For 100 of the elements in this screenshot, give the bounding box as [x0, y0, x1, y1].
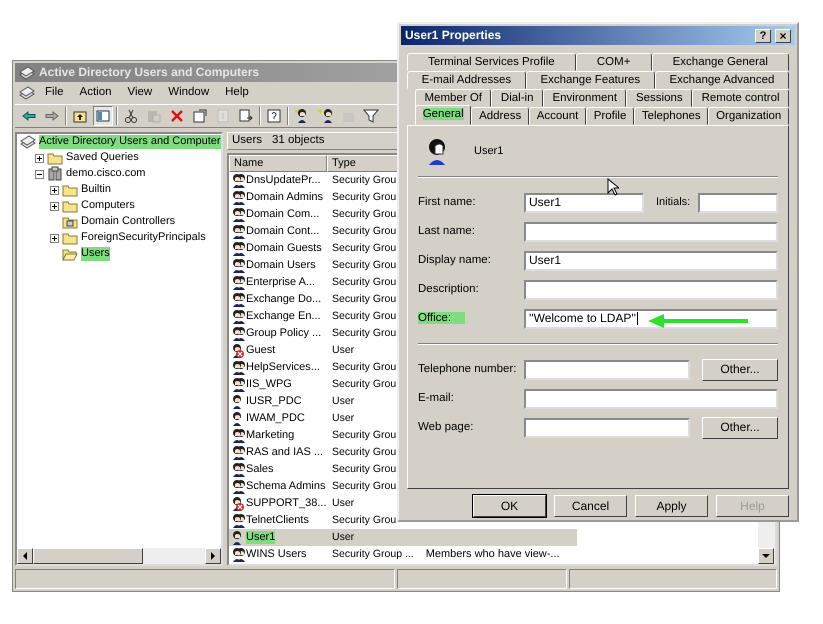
table-cell[interactable]: IWAM_PDC: [246, 412, 305, 426]
input-field[interactable]: [524, 418, 690, 438]
table-cell-text: User: [331, 412, 354, 425]
input-field[interactable]: [698, 192, 778, 212]
filter-icon[interactable]: [363, 108, 379, 124]
other-button[interactable]: Other...: [702, 416, 778, 438]
tree-item[interactable]: demo.cisco.com: [66, 167, 146, 181]
tab[interactable]: General: [415, 105, 472, 125]
table-cell[interactable]: Domain Cont...: [246, 224, 320, 238]
tab[interactable]: Member Of: [415, 89, 492, 107]
menu-item[interactable]: File: [39, 86, 70, 100]
tab[interactable]: Profile: [586, 107, 634, 125]
dialog-button[interactable]: OK: [473, 495, 546, 517]
tab[interactable]: Exchange Features: [526, 71, 655, 89]
table-cell[interactable]: Domain Guests: [246, 242, 322, 256]
scroll-thumb[interactable]: [33, 548, 143, 564]
table-cell[interactable]: Exchange Do...: [246, 292, 322, 306]
tree-item[interactable]: Computers: [81, 199, 135, 213]
table-cell[interactable]: IUSR_PDC: [246, 394, 302, 408]
tree-pane-icon[interactable]: [95, 108, 111, 124]
collapse-icon[interactable]: [35, 170, 44, 178]
table-cell[interactable]: SUPPORT_38...: [246, 496, 326, 510]
table-cell-text: Security Grou: [331, 191, 396, 204]
dialog-title: User1 Properties: [405, 28, 502, 43]
table-cell[interactable]: Sales: [246, 462, 274, 476]
input-field[interactable]: User1: [524, 192, 644, 212]
table-cell[interactable]: Group Policy ...: [246, 326, 322, 340]
tree-item[interactable]: Active Directory Users and Computer: [39, 135, 221, 149]
help-icon[interactable]: [266, 108, 282, 124]
table-cell-text: Security Group ...: [331, 548, 414, 561]
table-cell[interactable]: User1: [246, 530, 276, 544]
table-cell[interactable]: IIS_WPG: [246, 378, 292, 392]
tab[interactable]: Address: [471, 107, 530, 125]
snapin-icon: [19, 85, 35, 101]
input-field[interactable]: User1: [524, 250, 778, 270]
tab[interactable]: Organization: [708, 107, 790, 125]
table-cell[interactable]: Schema Admins: [246, 480, 326, 494]
table-cell[interactable]: RAS and IAS ...: [246, 446, 324, 460]
selected-row[interactable]: User1 User: [229, 529, 577, 546]
scroll-left-button[interactable]: [17, 548, 33, 564]
table-cell[interactable]: WINS Users: [246, 548, 306, 562]
back-icon[interactable]: [21, 108, 37, 124]
table-cell-text: Security Grou: [331, 429, 396, 442]
input-field[interactable]: [524, 388, 778, 408]
help-button[interactable]: ?: [755, 28, 771, 42]
tab[interactable]: Terminal Services Profile: [407, 53, 576, 71]
delete-icon[interactable]: [169, 108, 185, 124]
tree-item[interactable]: Builtin: [81, 183, 111, 197]
expand-icon[interactable]: [50, 202, 59, 210]
table-cell[interactable]: TelnetClients: [246, 514, 309, 528]
down-arrow-icon: [762, 553, 770, 559]
column-header[interactable]: Name: [229, 155, 327, 172]
tab[interactable]: Account: [529, 107, 586, 125]
tab[interactable]: Environment: [542, 89, 626, 107]
tab[interactable]: Exchange General: [652, 53, 790, 71]
expand-icon[interactable]: [50, 234, 59, 242]
dialog-button[interactable]: Apply: [635, 495, 708, 517]
menu-item[interactable]: Help: [219, 86, 255, 100]
tab[interactable]: Telephones: [634, 107, 708, 125]
tab[interactable]: Remote control: [692, 89, 790, 107]
tree-item[interactable]: Domain Controllers: [81, 215, 176, 229]
table-cell[interactable]: HelpServices...: [246, 360, 320, 374]
expand-icon[interactable]: [35, 154, 44, 162]
tab[interactable]: Sessions: [626, 89, 692, 107]
table-cell[interactable]: Domain Users: [246, 258, 316, 272]
table-cell[interactable]: DnsUpdatePr...: [246, 174, 321, 188]
close-button[interactable]: ×: [775, 28, 791, 42]
table-cell-text: Security Grou: [331, 378, 396, 391]
table-cell[interactable]: Guest: [246, 344, 276, 358]
input-field[interactable]: [524, 222, 778, 242]
other-button[interactable]: Other...: [702, 358, 778, 380]
input-field[interactable]: [524, 360, 690, 380]
menu-item[interactable]: Action: [74, 86, 118, 100]
scroll-down-button[interactable]: [758, 548, 774, 564]
menu-item[interactable]: View: [122, 86, 158, 100]
table-cell[interactable]: Domain Admins: [246, 190, 324, 204]
menu-item[interactable]: Window: [162, 86, 216, 100]
table-cell[interactable]: Domain Com...: [246, 208, 320, 222]
dialog-button[interactable]: Cancel: [554, 495, 627, 517]
expand-icon[interactable]: [50, 186, 59, 194]
export-icon[interactable]: [238, 108, 254, 124]
tab[interactable]: COM+: [576, 53, 652, 71]
field-label: Initials:: [656, 196, 690, 210]
properties-icon[interactable]: [192, 108, 208, 124]
tab[interactable]: Dial-in: [491, 89, 543, 107]
tree-item[interactable]: Saved Queries: [66, 151, 139, 165]
left-arrow-icon: [22, 552, 28, 560]
forward-icon[interactable]: [44, 108, 60, 124]
table-cell[interactable]: Marketing: [246, 428, 294, 442]
table-cell[interactable]: Enterprise A...: [246, 276, 316, 290]
new-group-icon[interactable]: [317, 108, 333, 124]
scissors-icon[interactable]: [123, 108, 139, 124]
input-field[interactable]: ''Welcome to LDAP'': [524, 308, 778, 328]
tab[interactable]: E-mail Addresses: [407, 71, 526, 89]
scroll-right-button[interactable]: [205, 548, 221, 564]
input-field[interactable]: [524, 280, 778, 300]
table-cell[interactable]: Exchange En...: [246, 310, 321, 324]
tab[interactable]: Exchange Advanced: [654, 71, 790, 89]
tree-item[interactable]: Users: [81, 247, 110, 261]
tree-item[interactable]: ForeignSecurityPrincipals: [81, 231, 206, 245]
